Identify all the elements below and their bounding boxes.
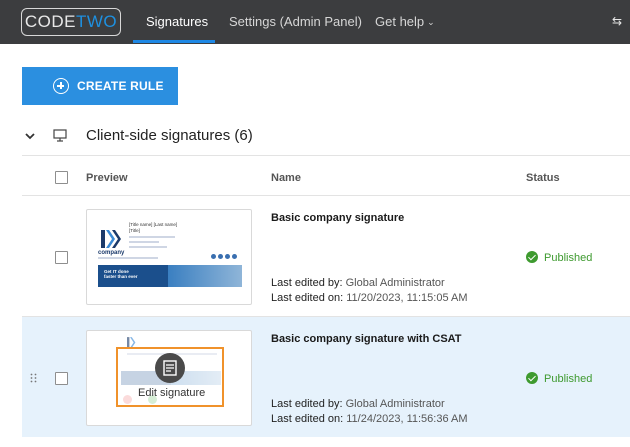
select-all-checkbox[interactable] — [55, 171, 68, 184]
top-bar: CODETWO Signatures Settings (Admin Panel… — [0, 0, 630, 44]
edit-signature-label[interactable]: Edit signature — [138, 387, 205, 399]
column-header-status[interactable]: Status — [526, 172, 560, 184]
monitor-icon — [53, 129, 67, 142]
check-circle-icon — [526, 251, 538, 263]
swap-arrows-icon[interactable]: ⇆ — [612, 14, 626, 28]
row-checkbox[interactable] — [55, 372, 68, 385]
signature-preview[interactable]: Edit signature — [86, 330, 252, 426]
nav-settings-admin-panel[interactable]: Settings (Admin Panel) — [229, 0, 362, 44]
last-edited-by: Last edited by: Global Administrator — [271, 277, 445, 289]
plus-circle-icon — [53, 78, 69, 94]
last-edited-on: Last edited on: 11/24/2023, 11:56:36 AM — [271, 413, 468, 425]
nav-get-help[interactable]: Get help ⌄ — [375, 0, 435, 44]
signature-name[interactable]: Basic company signature with CSAT — [271, 333, 462, 345]
column-header-preview: Preview — [86, 172, 128, 184]
row-checkbox[interactable] — [55, 251, 68, 264]
nav-active-indicator — [133, 40, 215, 43]
drag-handle-icon[interactable] — [30, 373, 38, 383]
company-logo-icon — [101, 230, 121, 248]
codetwo-logo[interactable]: CODETWO — [21, 8, 121, 36]
section-title: Client-side signatures (6) — [86, 127, 253, 144]
column-header-name[interactable]: Name — [271, 172, 301, 184]
signature-preview[interactable]: company [Title name] [Last name] [Title]… — [86, 209, 252, 305]
chevron-down-icon[interactable] — [24, 130, 36, 142]
nav-signatures[interactable]: Signatures — [146, 0, 208, 44]
check-circle-icon — [526, 372, 538, 384]
last-edited-by: Last edited by: Global Administrator — [271, 398, 445, 410]
signature-name[interactable]: Basic company signature — [271, 212, 404, 224]
signature-banner: Get IT done faster than ever — [98, 265, 242, 287]
chevron-down-icon: ⌄ — [427, 17, 435, 27]
edit-signature-icon[interactable] — [155, 353, 185, 383]
divider — [22, 155, 630, 156]
create-rule-button[interactable]: CREATE RULE — [22, 67, 178, 105]
last-edited-on: Last edited on: 11/20/2023, 11:15:05 AM — [271, 292, 468, 304]
